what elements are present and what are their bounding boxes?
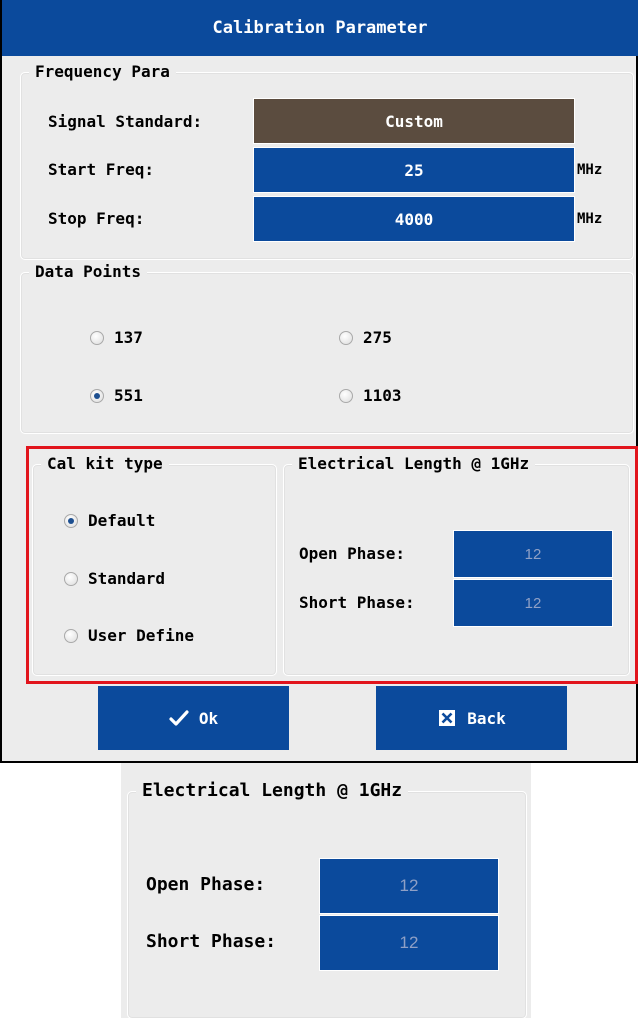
- cal-kit-option-label: Standard: [88, 569, 166, 588]
- stop-freq-unit: MHz: [577, 211, 603, 227]
- zoom-open-phase-label: Open Phase:: [146, 874, 266, 895]
- stop-freq-field[interactable]: 4000: [253, 196, 575, 242]
- start-freq-unit: MHz: [577, 162, 603, 178]
- ok-button-label: Ok: [198, 708, 219, 728]
- open-phase-label: Open Phase:: [299, 544, 405, 563]
- radio-icon: [339, 330, 353, 345]
- cal-kit-option-label: Default: [88, 511, 156, 530]
- data-points-option-label: 137: [114, 328, 143, 347]
- data-points-option-1103[interactable]: 1103: [339, 386, 402, 405]
- data-points-option-137[interactable]: 137: [90, 328, 143, 347]
- checkmark-icon: [169, 708, 189, 728]
- ok-button[interactable]: Ok: [98, 686, 289, 750]
- open-phase-field[interactable]: 12: [453, 530, 613, 578]
- electrical-length-zoom: Electrical Length @ 1GHz Open Phase: 12 …: [121, 763, 531, 1019]
- data-points-option-551[interactable]: 551: [90, 386, 143, 405]
- cal-kit-type-legend: Cal kit type: [41, 454, 169, 474]
- close-icon: [437, 708, 457, 728]
- back-button-label: Back: [467, 708, 506, 728]
- data-points-legend: Data Points: [29, 262, 147, 282]
- radio-selected-icon: [90, 388, 104, 403]
- data-points-option-275[interactable]: 275: [339, 328, 392, 347]
- cal-kit-option-standard[interactable]: Standard: [64, 569, 165, 588]
- signal-standard-field[interactable]: Custom: [253, 98, 575, 144]
- short-phase-label: Short Phase:: [299, 593, 415, 612]
- radio-icon: [339, 388, 353, 403]
- calibration-dialog: Calibration Parameter Frequency Para Sig…: [0, 0, 638, 763]
- start-freq-label: Start Freq:: [48, 160, 154, 179]
- radio-icon: [90, 330, 104, 345]
- stop-freq-label: Stop Freq:: [48, 209, 145, 228]
- zoom-short-phase-label: Short Phase:: [146, 931, 277, 952]
- radio-icon: [64, 571, 78, 586]
- data-points-group: Data Points: [20, 262, 634, 434]
- radio-icon: [64, 628, 78, 643]
- cal-kit-option-user-define[interactable]: User Define: [64, 626, 194, 645]
- zoom-short-phase-field[interactable]: 12: [319, 915, 499, 971]
- back-button[interactable]: Back: [376, 686, 567, 750]
- data-points-option-label: 551: [114, 386, 143, 405]
- frequency-para-legend: Frequency Para: [29, 62, 176, 82]
- dialog-title: Calibration Parameter: [2, 0, 638, 56]
- zoom-electrical-length-legend: Electrical Length @ 1GHz: [136, 779, 409, 803]
- cal-kit-option-label: User Define: [88, 626, 194, 645]
- electrical-length-legend: Electrical Length @ 1GHz: [292, 454, 536, 474]
- data-points-option-label: 275: [363, 328, 392, 347]
- radio-selected-icon: [64, 513, 78, 528]
- start-freq-field[interactable]: 25: [253, 147, 575, 193]
- signal-standard-label: Signal Standard:: [48, 112, 203, 131]
- zoom-open-phase-field[interactable]: 12: [319, 858, 499, 914]
- data-points-option-label: 1103: [363, 386, 402, 405]
- cal-kit-option-default[interactable]: Default: [64, 511, 155, 530]
- short-phase-field[interactable]: 12: [453, 579, 613, 627]
